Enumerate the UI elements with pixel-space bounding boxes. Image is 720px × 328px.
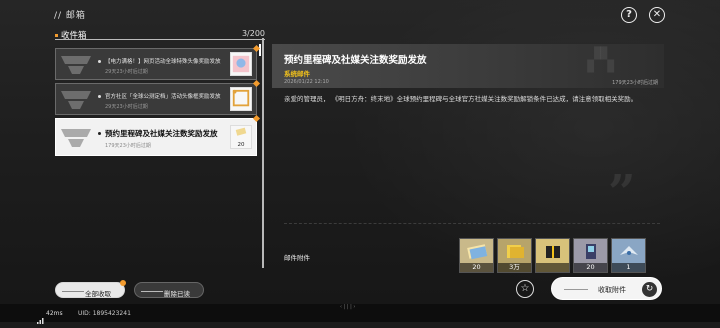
mail-attachment-thumb bbox=[230, 87, 252, 111]
mail-expire: 29天23小时后过期 bbox=[105, 104, 148, 110]
gift-box-icon bbox=[546, 246, 560, 258]
endfield-logo-icon bbox=[61, 129, 91, 147]
mail-list-scrollbar[interactable] bbox=[259, 44, 261, 56]
attachment-item[interactable]: 1 bbox=[611, 238, 646, 273]
ping-value: 42ms bbox=[46, 310, 63, 317]
uid-label: UID: 1895423241 bbox=[78, 310, 131, 317]
help-icon[interactable]: ? bbox=[621, 7, 637, 23]
device-item-icon bbox=[586, 244, 596, 259]
mail-body: 亲爱的管理员， 《明日方舟：终末地》全球预约里程碑与全球官方社媒关注数奖励解锁条… bbox=[284, 95, 638, 103]
mail-title: 预约里程碑及社媒关注数奖励发放 bbox=[105, 129, 218, 138]
mail-attachment-thumb bbox=[230, 52, 252, 76]
mail-title: 【电力满格！】网页活动全球特殊头像奖励发放 bbox=[105, 59, 221, 65]
mail-date: 2026/01/22 12:10 bbox=[284, 79, 329, 85]
attachment-count: 20 bbox=[460, 263, 493, 272]
endfield-watermark-icon: ▞▚ bbox=[587, 48, 615, 73]
attachment-item[interactable]: 3万 bbox=[497, 238, 532, 273]
drone-item-icon bbox=[620, 246, 638, 255]
attachment-item[interactable] bbox=[535, 238, 570, 273]
attachment-separator bbox=[284, 223, 660, 224]
ticket-stack-icon bbox=[467, 244, 488, 260]
attachments-label: 邮件附件 bbox=[284, 254, 310, 262]
endfield-logo-icon bbox=[61, 56, 91, 74]
mail-expire: 29天23小时后过期 bbox=[105, 69, 148, 75]
delete-read-label: 删除已读 bbox=[164, 290, 190, 298]
mail-item[interactable]: 【电力满格！】网页活动全球特殊头像奖励发放 29天23小时后过期 bbox=[55, 44, 261, 80]
mail-item[interactable]: 官方社区「全球公测定档」活动头像框奖励发放 29天23小时后过期 bbox=[55, 79, 261, 115]
footer-decoration: ‹ | | | › bbox=[340, 304, 356, 310]
endfield-logo-icon bbox=[61, 91, 91, 109]
collect-all-button[interactable]: 全部收取 bbox=[55, 280, 126, 298]
unread-dot bbox=[98, 60, 101, 63]
collect-attachment-label: 收取附件 bbox=[598, 286, 626, 294]
attachment-item[interactable]: 20 bbox=[573, 238, 608, 273]
signal-icon bbox=[37, 309, 44, 324]
avatar-frame-icon bbox=[232, 89, 250, 107]
mail-detail-title: 预约里程碑及社媒关注数奖励发放 bbox=[284, 55, 427, 66]
avatar-reward-icon bbox=[232, 55, 250, 73]
button-decoration bbox=[564, 289, 588, 290]
attachment-count bbox=[536, 263, 569, 272]
close-icon[interactable]: ✕ bbox=[649, 7, 665, 23]
attachment-item[interactable]: 20 bbox=[459, 238, 494, 273]
favorite-star-icon[interactable]: ☆ bbox=[516, 280, 534, 298]
inbox-header-rule bbox=[55, 39, 265, 40]
panel-divider bbox=[262, 38, 264, 268]
mail-remaining: 179天23小时后过期 bbox=[612, 80, 658, 86]
ticket-reward-icon bbox=[235, 127, 247, 136]
mail-item-selected[interactable]: 预约里程碑及社媒关注数奖励发放 179天23小时后过期 20 bbox=[55, 114, 261, 156]
mail-sender: 系统邮件 bbox=[284, 70, 310, 78]
notification-dot bbox=[120, 280, 126, 286]
quote-mark-icon: ” bbox=[608, 165, 636, 221]
unread-dot bbox=[98, 95, 101, 98]
unread-dot bbox=[98, 132, 101, 135]
thumb-count: 20 bbox=[237, 142, 245, 148]
inbox-header: 收件箱 3/200 bbox=[55, 29, 265, 41]
mail-detail-header: ▞▚ 预约里程碑及社媒关注数奖励发放 系统邮件 2026/01/22 12:10… bbox=[272, 44, 664, 88]
attachment-count: 20 bbox=[574, 263, 607, 272]
mail-title: 官方社区「全球公测定档」活动头像框奖励发放 bbox=[105, 94, 221, 100]
mail-attachment-thumb: 20 bbox=[230, 125, 252, 149]
attachment-count: 3万 bbox=[498, 263, 531, 272]
delete-read-button[interactable]: 删除已读 bbox=[134, 282, 204, 298]
breadcrumb: // 邮箱 bbox=[54, 11, 86, 21]
inbox-count: 3/200 bbox=[241, 29, 265, 38]
attachment-count: 1 bbox=[612, 263, 645, 272]
currency-stack-icon bbox=[507, 245, 524, 258]
collect-attachment-button[interactable]: 收取附件 ↻ bbox=[551, 277, 662, 300]
collect-all-label: 全部收取 bbox=[85, 290, 111, 298]
mail-expire: 179天23小时后过期 bbox=[105, 143, 151, 149]
controller-key-icon: ↻ bbox=[642, 282, 657, 297]
